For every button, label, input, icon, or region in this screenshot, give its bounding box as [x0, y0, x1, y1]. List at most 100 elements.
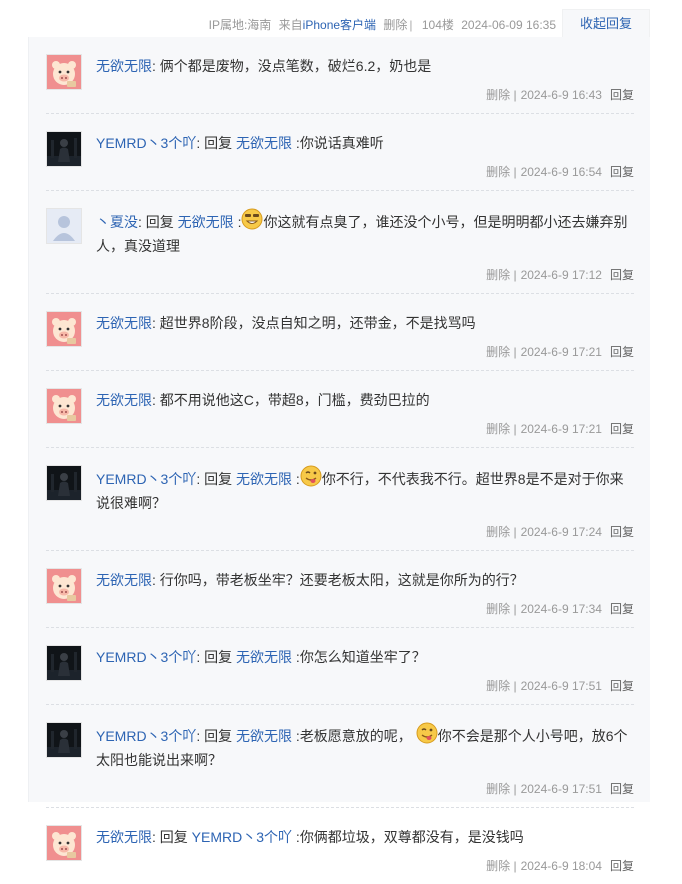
reply-username[interactable]: 无欲无限	[96, 829, 152, 845]
avatar[interactable]	[46, 568, 82, 604]
reply-word: 回复	[159, 829, 188, 845]
client-link[interactable]: iPhone客户端	[303, 18, 376, 32]
colon: :	[138, 214, 142, 230]
pink-pig-avatar	[47, 826, 81, 860]
reply-button[interactable]: 回复	[610, 859, 634, 873]
separator: |	[513, 422, 517, 436]
reply-to-username[interactable]: 无欲无限	[236, 728, 292, 744]
reply-item: 无欲无限: 俩个都是废物，没点笔数，破烂6.2，奶也是 删除 | 2024-6-9 …	[46, 37, 634, 114]
reply-button[interactable]: 回复	[610, 679, 634, 693]
reply-time: 2024-6-9 17:34	[520, 602, 602, 616]
reply-word: 回复	[204, 649, 233, 665]
avatar[interactable]	[46, 645, 82, 681]
colon: :	[196, 471, 201, 487]
reply-button[interactable]: 回复	[610, 422, 634, 436]
reply-button[interactable]: 回复	[610, 165, 634, 179]
reply-username[interactable]: 无欲无限	[96, 572, 152, 588]
reply-time: 2024-6-9 16:43	[520, 88, 602, 102]
delete-link[interactable]: 删除	[486, 88, 510, 102]
colon: :	[152, 58, 156, 74]
separator: |	[513, 782, 517, 796]
reply-content: YEMRD丶3个吖: 回复 无欲无限 : 你不行，不代表我不行。超世界8是不是对于…	[96, 465, 634, 515]
delete-link[interactable]: 删除	[486, 859, 510, 873]
reply-footer: 删除 | 2024-6-9 17:24 回复	[96, 524, 634, 540]
reply-word: 回复	[145, 214, 174, 230]
reply-button[interactable]: 回复	[610, 88, 634, 102]
reply-time: 2024-6-9 17:21	[520, 422, 602, 436]
delete-link[interactable]: 删除	[486, 782, 510, 796]
separator: |	[513, 165, 517, 179]
reply-text: 你这就有点臭了，谁还没个小号，但是明明都小还去嫌弃别人，真没道理	[96, 214, 628, 254]
delete-link[interactable]: 删除	[486, 422, 510, 436]
reply-button[interactable]: 回复	[610, 602, 634, 616]
reply-to-username[interactable]: YEMRD丶3个吖	[192, 829, 292, 845]
reply-time: 2024-6-9 18:04	[520, 859, 602, 873]
reply-username[interactable]: 丶夏没	[96, 214, 138, 230]
reply-text: 俩个都是废物，没点笔数，破烂6.2，奶也是	[159, 58, 432, 74]
reply-text: 你俩都垃圾，双尊都没有，是没钱吗	[299, 829, 524, 845]
reply-button[interactable]: 回复	[610, 268, 634, 282]
avatar[interactable]	[46, 131, 82, 167]
reply-content: 无欲无限: 俩个都是废物，没点笔数，破烂6.2，奶也是	[96, 54, 634, 78]
reply-username[interactable]: 无欲无限	[96, 58, 152, 74]
reply-word: 回复	[204, 728, 233, 744]
ip-location: IP属地:海南	[208, 18, 272, 32]
reply-username[interactable]: 无欲无限	[96, 392, 152, 408]
reply-footer: 删除 | 2024-6-9 16:54 回复	[96, 164, 634, 180]
reply-to-username[interactable]: 无欲无限	[236, 649, 292, 665]
separator: |	[513, 345, 517, 359]
reply-item: 无欲无限: 回复 YEMRD丶3个吖 :你俩都垃圾，双尊都没有，是没钱吗删除 |…	[46, 808, 634, 884]
floor-number: 104楼	[421, 18, 454, 32]
dark-figure-avatar	[47, 723, 81, 757]
reply-to-username[interactable]: 无欲无限	[178, 214, 234, 230]
colon: :	[152, 315, 156, 331]
colon: :	[152, 572, 156, 588]
reply-button[interactable]: 回复	[610, 345, 634, 359]
reply-item: YEMRD丶3个吖: 回复 无欲无限 :你怎么知道坐牢了？ 删除 | 2024-6-…	[46, 628, 634, 705]
reply-text: 你说话真难听	[299, 135, 384, 151]
avatar[interactable]	[46, 54, 82, 90]
delete-link[interactable]: 删除	[486, 165, 510, 179]
reply-text: 都不用说他这C，带超8，门槛，费劲巴拉的	[159, 392, 430, 408]
reply-button[interactable]: 回复	[610, 782, 634, 796]
post-delete-link[interactable]: 删除	[383, 18, 407, 32]
reply-footer: 删除 | 2024-6-9 17:51 回复	[96, 678, 634, 694]
reply-to-username[interactable]: 无欲无限	[236, 471, 292, 487]
reply-footer: 删除 | 2024-6-9 17:21 回复	[96, 421, 634, 437]
reply-button[interactable]: 回复	[610, 525, 634, 539]
delete-link[interactable]: 删除	[486, 268, 510, 282]
reply-username[interactable]: YEMRD丶3个吖	[96, 135, 196, 151]
dark-figure-avatar	[47, 132, 81, 166]
separator: |	[409, 18, 413, 32]
avatar[interactable]	[46, 388, 82, 424]
colon: :	[196, 728, 201, 744]
reply-time: 2024-6-9 17:21	[520, 345, 602, 359]
avatar[interactable]	[46, 465, 82, 501]
delete-link[interactable]: 删除	[486, 602, 510, 616]
reply-username[interactable]: 无欲无限	[96, 315, 152, 331]
reply-content: YEMRD丶3个吖: 回复 无欲无限 :你怎么知道坐牢了？	[96, 645, 634, 669]
reply-username[interactable]: YEMRD丶3个吖	[96, 471, 196, 487]
reply-time: 2024-6-9 17:51	[520, 782, 602, 796]
reply-text: 你怎么知道坐牢了？	[299, 649, 426, 665]
reply-content: 无欲无限: 回复 YEMRD丶3个吖 :你俩都垃圾，双尊都没有，是没钱吗	[96, 825, 634, 849]
reply-to-username[interactable]: 无欲无限	[236, 135, 292, 151]
pink-pig-avatar	[47, 312, 81, 346]
avatar[interactable]	[46, 722, 82, 758]
reply-username[interactable]: YEMRD丶3个吖	[96, 649, 196, 665]
avatar[interactable]	[46, 208, 82, 244]
delete-link[interactable]: 删除	[486, 345, 510, 359]
avatar[interactable]	[46, 311, 82, 347]
pink-pig-avatar	[47, 55, 81, 89]
separator: |	[513, 859, 517, 873]
reply-username[interactable]: YEMRD丶3个吖	[96, 728, 196, 744]
reply-text: 超世界8阶段，没点自知之明，还带金，不是找骂吗	[159, 315, 476, 331]
avatar[interactable]	[46, 825, 82, 861]
reply-time: 2024-6-9 17:24	[520, 525, 602, 539]
delete-link[interactable]: 删除	[486, 679, 510, 693]
delete-link[interactable]: 删除	[486, 525, 510, 539]
separator: |	[513, 602, 517, 616]
reply-item: 丶夏没: 回复 无欲无限 : 你这就有点臭了，谁还没个小号，但是明明都小还去嫌弃别…	[46, 191, 634, 294]
reply-footer: 删除 | 2024-6-9 18:04 回复	[96, 858, 634, 874]
collapse-replies-button[interactable]: 收起回复	[562, 9, 650, 37]
